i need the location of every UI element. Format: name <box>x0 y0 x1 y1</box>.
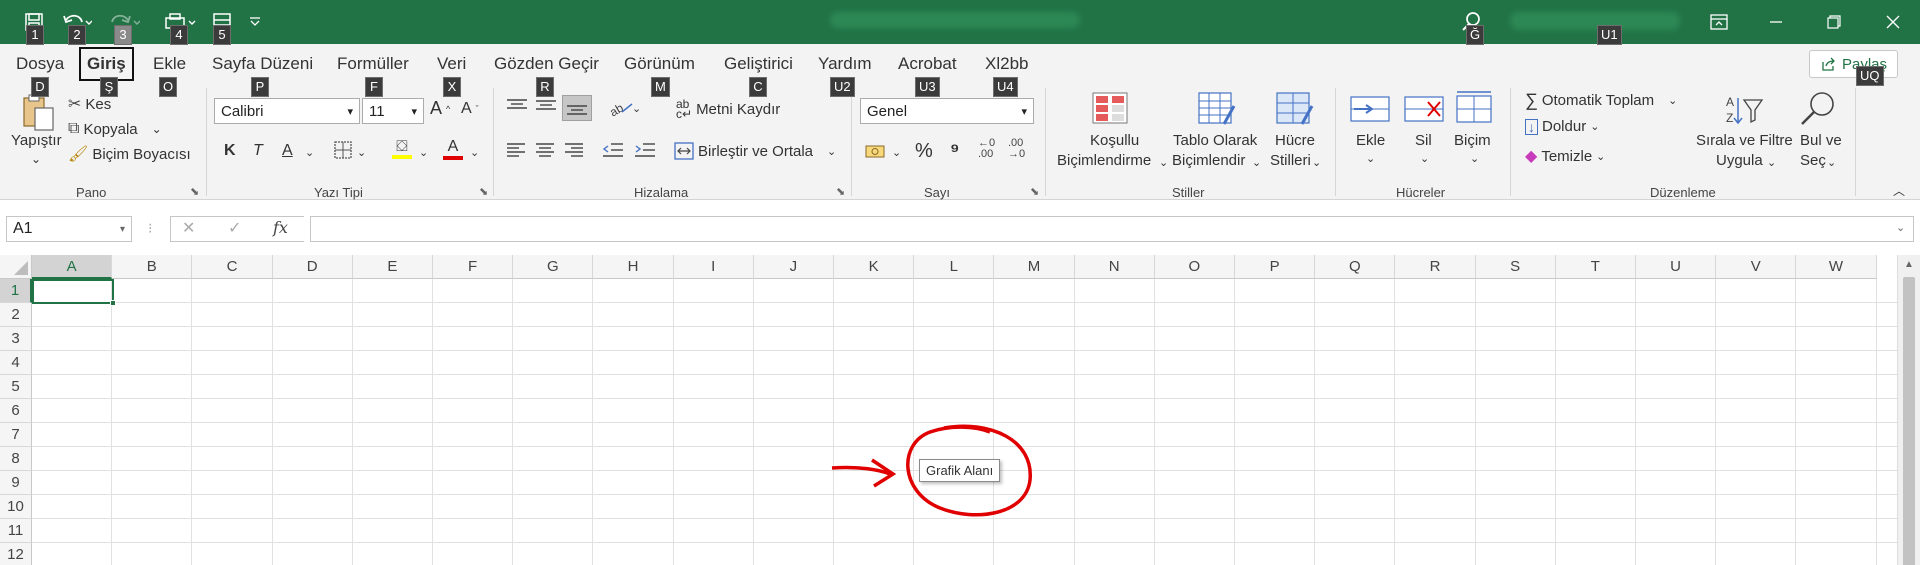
keytip-xl2bb: U4 <box>993 77 1018 97</box>
keytip-redo: 3 <box>114 25 132 45</box>
keytip-acrobat: U3 <box>915 77 940 97</box>
keytip-print: 4 <box>170 25 188 45</box>
keytip-account: U1 <box>1597 25 1622 45</box>
keytip-file: D <box>31 77 49 97</box>
annotation-arrow-icon <box>831 465 891 476</box>
keytip-save: 1 <box>26 25 44 45</box>
keytip-insert: O <box>159 77 178 97</box>
keytip-page-layout: P <box>251 77 269 97</box>
keytip-formulas: F <box>365 77 383 97</box>
keytip-undo: 2 <box>68 25 86 45</box>
keytip-help: U2 <box>830 77 855 97</box>
keytip-review: R <box>536 77 554 97</box>
keytip-share: UQ <box>1856 66 1884 86</box>
keytip-view: M <box>651 77 670 97</box>
chart-area-tooltip: Grafik Alanı <box>919 459 1001 482</box>
keytip-data: X <box>443 77 461 97</box>
keytip-home: Ş <box>100 77 118 97</box>
keytip-search: Ğ <box>1466 25 1485 45</box>
keytip-form: 5 <box>213 25 231 45</box>
keytip-developer: C <box>749 77 767 97</box>
